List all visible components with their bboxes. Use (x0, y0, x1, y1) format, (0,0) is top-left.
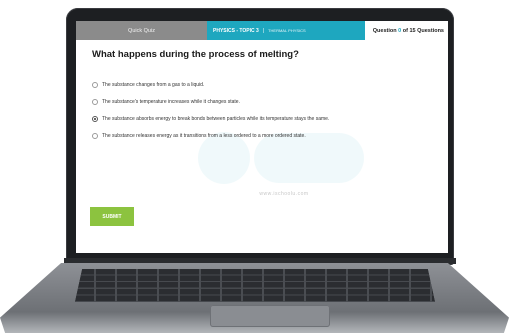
tab-quick-quiz[interactable]: Quick Quiz (76, 21, 207, 40)
keyboard-rows (75, 269, 435, 302)
progress-suffix: of 15 Questions (402, 27, 444, 34)
answer-option-4[interactable]: The substance releases energy as it tran… (92, 127, 329, 144)
laptop-trackpad (210, 305, 330, 327)
submit-button[interactable]: SUBMIT (90, 207, 134, 226)
tab-quick-quiz-label: Quick Quiz (128, 27, 155, 34)
answer-options: The substance changes from a gas to a li… (92, 76, 329, 144)
answer-option-label: The substance releases energy as it tran… (102, 132, 306, 139)
radio-selected-icon[interactable] (92, 115, 98, 122)
question-text: What happens during the process of melti… (92, 49, 299, 60)
answer-option-label: The substance absorbs energy to break bo… (102, 115, 330, 122)
progress-prefix: Question (372, 27, 397, 34)
progress-current: 0 (398, 27, 402, 34)
topic-banner: PHYSICS - TOPIC 3 | THERMAL PHYSICS (207, 21, 365, 40)
answer-option-3[interactable]: The substance absorbs energy to break bo… (92, 110, 329, 127)
subtopic-label: THERMAL PHYSICS (268, 28, 306, 33)
question-progress: Question 0 of 15 Questions (365, 21, 448, 40)
radio-icon[interactable] (92, 81, 98, 88)
radio-icon[interactable] (92, 98, 98, 105)
answer-option-label: The substance's temperature increases wh… (102, 98, 240, 105)
watermark-url: www.ischoolu.com (259, 191, 309, 197)
topic-separator: | (262, 27, 265, 34)
radio-icon[interactable] (92, 132, 98, 139)
answer-option-1[interactable]: The substance changes from a gas to a li… (92, 76, 329, 93)
answer-option-label: The substance changes from a gas to a li… (102, 81, 205, 88)
quiz-header-bar: Quick Quiz PHYSICS - TOPIC 3 | THERMAL P… (76, 21, 448, 40)
laptop-screen: Quick Quiz PHYSICS - TOPIC 3 | THERMAL P… (76, 21, 448, 253)
answer-option-2[interactable]: The substance's temperature increases wh… (92, 93, 329, 110)
topic-label: PHYSICS - TOPIC 3 (213, 27, 259, 34)
